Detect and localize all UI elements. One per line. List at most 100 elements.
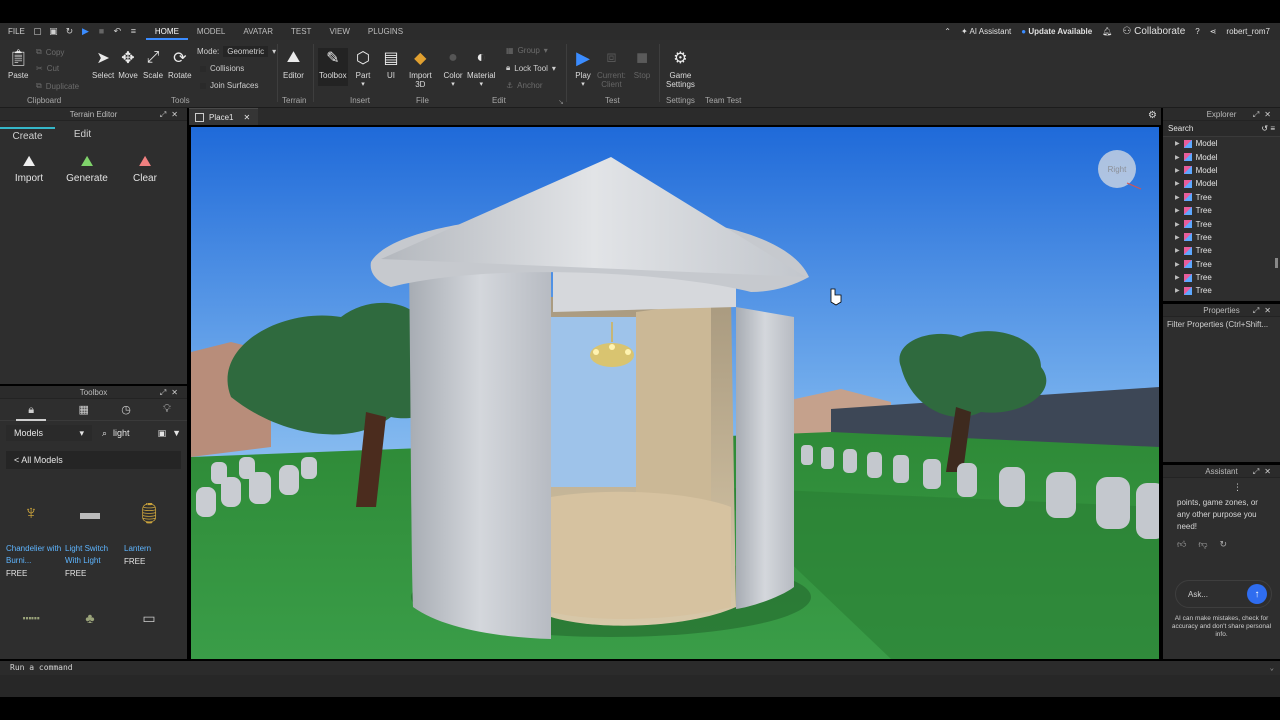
ui-button[interactable]: ▤ UI [381, 48, 401, 80]
undo-icon[interactable]: ↶ [113, 27, 122, 36]
tab-plugins[interactable]: PLUGINS [359, 23, 412, 40]
panel-controls[interactable]: ⤢✕ [1253, 465, 1276, 478]
toolbox-item[interactable]: ┅┅ [6, 598, 65, 638]
select-button[interactable]: ➤ Select [92, 48, 114, 80]
help-icon[interactable]: ? [1195, 27, 1199, 36]
duplicate-button[interactable]: ⧉ Duplicate [36, 81, 79, 91]
tree-item[interactable]: ▶ Tree [1163, 231, 1280, 244]
thumbs-down-icon[interactable]: 👎︎ [1198, 539, 1207, 550]
generate-terrain-button[interactable]: ⛰︎ Generate [58, 153, 116, 184]
tree-item[interactable]: ▶ Model [1163, 150, 1280, 163]
collisions-toggle[interactable]: Collisions [200, 64, 244, 73]
tree-item[interactable]: ▶ Model [1163, 137, 1280, 150]
expand-arrow-icon[interactable]: ▶ [1175, 247, 1180, 254]
toolbox-item[interactable]: ♆ Chandelier with Burni... FREE [6, 491, 65, 579]
scrollbar[interactable] [1275, 258, 1278, 268]
tree-item[interactable]: ▶ Tree [1163, 271, 1280, 284]
collaborate-button[interactable]: ⚇ Collaborate [1122, 26, 1185, 37]
category-dropdown[interactable]: Models ▾ [6, 425, 92, 441]
more-options-icon[interactable]: ⋮ [1163, 478, 1280, 493]
toolbox-search[interactable]: ⌕ light [102, 428, 130, 439]
expand-arrow-icon[interactable]: ▶ [1175, 180, 1180, 187]
recent-icon[interactable]: ◷ [121, 403, 131, 416]
toolbox-item[interactable]: ♣ [65, 598, 124, 638]
tree-item[interactable]: ▶ Tree [1163, 204, 1280, 217]
lock-tool-button[interactable]: 🔒︎ Lock Tool ▾ [506, 63, 556, 73]
tree-item[interactable]: ▶ Tree [1163, 258, 1280, 271]
current-client-button[interactable]: ⧈ Current: Client [597, 48, 626, 89]
gear-icon[interactable]: ⚙ [1148, 110, 1157, 121]
inventory-icon[interactable]: 🔒︎ [16, 399, 47, 421]
anchor-button[interactable]: ⚓︎ Anchor [506, 81, 543, 90]
expand-icon[interactable]: ↘ [558, 98, 564, 106]
all-models-link[interactable]: < All Models [6, 451, 181, 469]
expand-arrow-icon[interactable]: ▶ [1175, 287, 1180, 294]
expand-arrow-icon[interactable]: ▶ [1175, 261, 1180, 268]
cut-button[interactable]: ✂ Cut [36, 64, 59, 73]
tree-item[interactable]: ▶ Model [1163, 164, 1280, 177]
creations-icon[interactable]: 💡︎ [163, 403, 171, 416]
tab-test[interactable]: TEST [282, 23, 320, 40]
history-icon[interactable]: ↺ ≡ [1261, 124, 1275, 133]
expand-arrow-icon[interactable]: ▶ [1175, 154, 1180, 161]
play-button[interactable]: ▶ Play ▾ [573, 48, 593, 89]
copy-button[interactable]: ⧉ Copy [36, 47, 64, 57]
image-icon[interactable]: ▣ [158, 428, 167, 439]
play-icon[interactable]: ▶ [81, 27, 90, 36]
panel-controls[interactable]: ⤢✕ [1253, 304, 1276, 317]
explorer-search[interactable]: Search ↺ ≡ [1163, 121, 1280, 137]
import-terrain-button[interactable]: ⛰︎ Import [0, 153, 58, 184]
toolbox-button[interactable]: ✎ Toolbox [318, 48, 348, 86]
tab-place1[interactable]: Place1 ✕ [189, 108, 259, 125]
panel-controls[interactable]: ⤢✕ [160, 386, 183, 399]
tab-model[interactable]: MODEL [188, 23, 234, 40]
marketplace-icon[interactable]: ▦ [78, 403, 88, 416]
rotate-button[interactable]: ⟳ Rotate [168, 48, 192, 80]
panel-controls[interactable]: ⤢✕ [1253, 108, 1276, 121]
tree-item[interactable]: ▶ Model [1163, 177, 1280, 190]
command-bar[interactable]: Run a command ⌄ [0, 661, 1280, 675]
part-button[interactable]: ⬡ Part ▾ [353, 48, 373, 88]
expand-arrow-icon[interactable]: ▶ [1175, 194, 1180, 201]
toolbox-item[interactable]: 🏮︎ Lantern FREE [124, 491, 183, 578]
share-icon[interactable]: ⋖ [1210, 27, 1217, 36]
ai-assistant-button[interactable]: ✦ AI Assistant [961, 27, 1011, 36]
join-surfaces-toggle[interactable]: Join Surfaces [200, 81, 258, 90]
collapse-icon[interactable]: ⌃ [944, 27, 951, 36]
toolbox-item[interactable]: ▬ Light Switch With Light FREE [65, 491, 124, 579]
tab-create[interactable]: Create [0, 127, 55, 143]
paste-button[interactable]: 📋︎ Paste [8, 48, 28, 80]
bell-icon[interactable]: 🔔︎ [1102, 27, 1112, 36]
new-icon[interactable]: ▢ [33, 27, 42, 36]
game-settings-button[interactable]: ⚙ Game Settings [666, 48, 695, 89]
tab-home[interactable]: HOME [145, 23, 188, 40]
filter-icon[interactable]: ▼ [172, 428, 181, 438]
tab-edit[interactable]: Edit [55, 127, 110, 143]
user-name[interactable]: robert_rom7 [1226, 27, 1270, 36]
tree-item[interactable]: ▶ Tree [1163, 191, 1280, 204]
tree-item[interactable]: ▶ Tree [1163, 244, 1280, 257]
group-button[interactable]: ▦ Group ▾ [506, 46, 548, 55]
ask-input[interactable]: Ask... ↑ [1175, 580, 1272, 608]
command-input[interactable]: Run a command [10, 663, 73, 672]
tree-item[interactable]: ▶ Tree [1163, 284, 1280, 297]
3d-viewport[interactable]: Right [191, 127, 1159, 659]
expand-arrow-icon[interactable]: ▶ [1175, 221, 1180, 228]
move-button[interactable]: ✥ Move [118, 48, 138, 80]
save-icon[interactable]: ▣ [49, 27, 58, 36]
filter-properties-input[interactable]: Filter Properties (Ctrl+Shift... [1163, 317, 1280, 332]
redo-icon[interactable]: ↻ [65, 27, 74, 36]
import-3d-button[interactable]: ◆ Import 3D [409, 48, 432, 89]
chevron-down-icon[interactable]: ⌄ [1270, 661, 1274, 675]
mode-selector[interactable]: Mode: Geometric ▾ [197, 46, 276, 57]
toolbox-item[interactable]: ▭ [124, 598, 183, 638]
stop-button[interactable]: ■ Stop [632, 47, 652, 81]
stop-icon[interactable]: ■ [97, 27, 106, 36]
update-button[interactable]: ● Update Available [1021, 27, 1092, 36]
file-menu[interactable]: FILE [0, 27, 33, 36]
tab-avatar[interactable]: AVATAR [234, 23, 282, 40]
tree-item[interactable]: ▶ Tree [1163, 217, 1280, 230]
scale-button[interactable]: ⤢ Scale [143, 48, 163, 80]
expand-arrow-icon[interactable]: ▶ [1175, 207, 1180, 214]
material-button[interactable]: ◐ Material ▾ [467, 48, 495, 88]
